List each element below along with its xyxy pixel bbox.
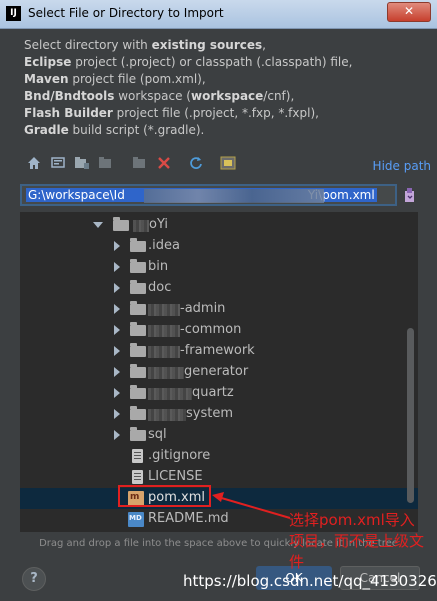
watermark: https://blog.csdn.net/qq_41303266 (183, 572, 437, 590)
annotation-text: 选择pom.xml导入项目，而不是上级文件 (289, 511, 425, 571)
